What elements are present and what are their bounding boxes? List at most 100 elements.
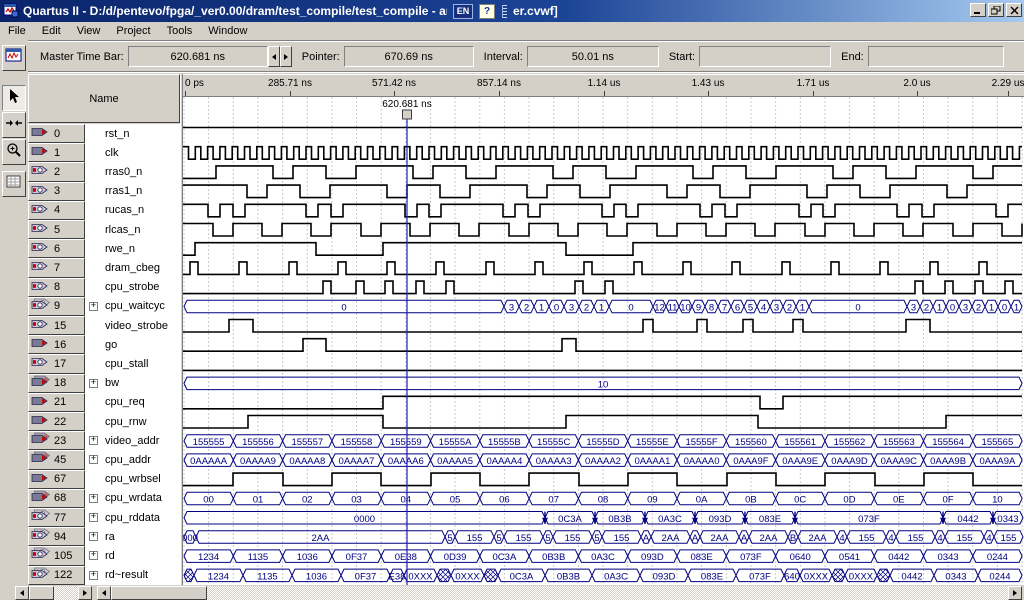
fullscreen-tool-button[interactable]	[2, 171, 26, 197]
row-cpu_rnw-name-cell[interactable]: cpu_rnw	[85, 412, 180, 431]
expand-icon[interactable]: +	[89, 513, 98, 522]
waveform-edit-tool-button[interactable]	[2, 112, 26, 138]
waveform-canvas[interactable]: 0321032101211109876543210321032101101555…	[183, 97, 1024, 585]
row-dram_cbeg-name-cell[interactable]: dram_cbeg	[85, 258, 180, 277]
menu-edit[interactable]: Edit	[34, 23, 69, 40]
scroll-left-button[interactable]	[15, 586, 29, 600]
scrollbar-thumb[interactable]	[111, 586, 207, 600]
field-label: End:	[841, 51, 864, 63]
time-cursor-handle[interactable]	[403, 110, 412, 119]
row-rwe_n-number-cell[interactable]: 6	[28, 239, 85, 258]
row-rst_n-number-cell[interactable]: 0	[28, 124, 85, 143]
menu-file[interactable]: File	[0, 23, 34, 40]
row-clk-number-cell[interactable]: 1	[28, 143, 85, 162]
row-video_strobe-number-cell[interactable]: 15	[28, 316, 85, 335]
row-ra-name-cell[interactable]: +ra	[85, 527, 180, 546]
row-cpu_rnw-number-cell[interactable]: 22	[28, 412, 85, 431]
language-bar-grip[interactable]	[502, 5, 507, 18]
minimize-button[interactable]	[970, 3, 986, 17]
row-ra-number-cell[interactable]: 94	[28, 527, 85, 546]
row-cpu_wrdata-number-cell[interactable]: 68	[28, 489, 85, 508]
restore-button[interactable]	[988, 3, 1004, 17]
zoom-tool-button[interactable]	[2, 139, 26, 165]
selection-tool-button[interactable]	[2, 85, 26, 111]
scrollbar-thumb[interactable]	[29, 586, 54, 600]
time-bar-right-arrow[interactable]	[280, 46, 292, 67]
bus-value: 08	[598, 495, 609, 506]
row-cpu_wrbsel-name-cell[interactable]: cpu_wrbsel	[85, 470, 180, 489]
row-cpu_stall-number-cell[interactable]: 17	[28, 354, 85, 373]
row-cpu_addr-number-cell[interactable]: 45	[28, 450, 85, 469]
row-rd~result-name-cell[interactable]: +rd~result	[85, 566, 180, 585]
row-video_addr-name-cell[interactable]: +video_addr	[85, 431, 180, 450]
row-cpu_req-number-cell[interactable]: 21	[28, 393, 85, 412]
row-rst_n-name-cell[interactable]: rst_n	[85, 124, 180, 143]
row-rucas_n-name-cell[interactable]: rucas_n	[85, 201, 180, 220]
row-bw-number-cell[interactable]: 18	[28, 374, 85, 393]
scroll-left-button[interactable]	[97, 586, 111, 600]
row-dram_cbeg-number-cell[interactable]: 7	[28, 258, 85, 277]
row-go-number-cell[interactable]: 16	[28, 335, 85, 354]
wave-hscrollbar[interactable]	[97, 586, 1022, 600]
row-rd-number-cell[interactable]: 105	[28, 546, 85, 565]
bus-value: 10	[992, 495, 1003, 506]
row-rwe_n-name-cell[interactable]: rwe_n	[85, 239, 180, 258]
row-cpu_req-name-cell[interactable]: cpu_req	[85, 393, 180, 412]
scroll-right-button[interactable]	[78, 586, 92, 600]
field-label: Start:	[669, 51, 695, 63]
row-cpu_wrbsel-number-cell[interactable]: 67	[28, 470, 85, 489]
expand-icon[interactable]: +	[89, 436, 98, 445]
expand-icon[interactable]: +	[89, 494, 98, 503]
row-rras0_n-number-cell[interactable]: 2	[28, 162, 85, 181]
scroll-right-button[interactable]	[1008, 586, 1022, 600]
row-video_addr-number-cell[interactable]: 23	[28, 431, 85, 450]
row-rd-name-cell[interactable]: +rd	[85, 546, 180, 565]
menu-view[interactable]: View	[69, 23, 109, 40]
row-cpu_rddata-number-cell[interactable]: 77	[28, 508, 85, 527]
time-ruler[interactable]: 0 ps285.71 ns571.42 ns857.14 ns1.14 us1.…	[183, 74, 1024, 97]
row-rlcas_n-number-cell[interactable]: 5	[28, 220, 85, 239]
row-go-name-cell[interactable]: go	[85, 335, 180, 354]
row-cpu_waitcyc-name-cell[interactable]: +cpu_waitcyc	[85, 297, 180, 316]
signal-number: 1	[54, 147, 60, 159]
language-help-icon[interactable]: ?	[479, 4, 495, 19]
bus-value: 2AA	[711, 533, 730, 544]
time-bar-left-arrow[interactable]	[268, 46, 280, 67]
row-cpu_waitcyc-number-cell[interactable]: 9	[28, 297, 85, 316]
row-rlcas_n-name-cell[interactable]: rlcas_n	[85, 220, 180, 239]
menu-project[interactable]: Project	[108, 23, 158, 40]
waveform-window-button[interactable]	[2, 45, 26, 71]
row-rd~result-number-cell[interactable]: 122	[28, 566, 85, 585]
row-rras1_n-name-cell[interactable]: rras1_n	[85, 182, 180, 201]
row-cpu_strobe-name-cell[interactable]: cpu_strobe	[85, 278, 180, 297]
row-cpu_addr-name-cell[interactable]: +cpu_addr	[85, 450, 180, 469]
row-cpu_stall-name-cell[interactable]: cpu_stall	[85, 354, 180, 373]
row-cpu_strobe-number-cell[interactable]: 8	[28, 278, 85, 297]
expand-icon[interactable]: +	[89, 571, 98, 580]
row-rras0_n-name-cell[interactable]: rras0_n	[85, 162, 180, 181]
bus-value: 155556	[242, 437, 274, 448]
bus-value: 073F	[749, 571, 771, 582]
expand-icon[interactable]: +	[89, 532, 98, 541]
expand-icon[interactable]: +	[89, 379, 98, 388]
input-pin-icon	[31, 125, 51, 142]
expand-icon[interactable]: +	[89, 455, 98, 464]
row-bw-name-cell[interactable]: +bw	[85, 374, 180, 393]
language-badge[interactable]: EN	[453, 4, 473, 19]
row-cpu_wrdata-name-cell[interactable]: +cpu_wrdata	[85, 489, 180, 508]
close-button[interactable]	[1006, 3, 1022, 17]
bus-value: 8	[709, 303, 714, 314]
name-column-header: Name	[28, 74, 180, 123]
name-panel-hscrollbar[interactable]	[15, 586, 92, 600]
row-rucas_n-number-cell[interactable]: 4	[28, 201, 85, 220]
row-video_strobe-name-cell[interactable]: video_strobe	[85, 316, 180, 335]
bus-value: 2	[584, 303, 589, 314]
row-cpu_rddata-name-cell[interactable]: +cpu_rddata	[85, 508, 180, 527]
expand-icon[interactable]: +	[89, 302, 98, 311]
row-rras1_n-number-cell[interactable]: 3	[28, 182, 85, 201]
expand-icon[interactable]: +	[89, 551, 98, 560]
bus-value: B	[790, 533, 796, 544]
menu-tools[interactable]: Tools	[159, 23, 201, 40]
row-clk-name-cell[interactable]: clk	[85, 143, 180, 162]
menu-window[interactable]: Window	[200, 23, 255, 40]
